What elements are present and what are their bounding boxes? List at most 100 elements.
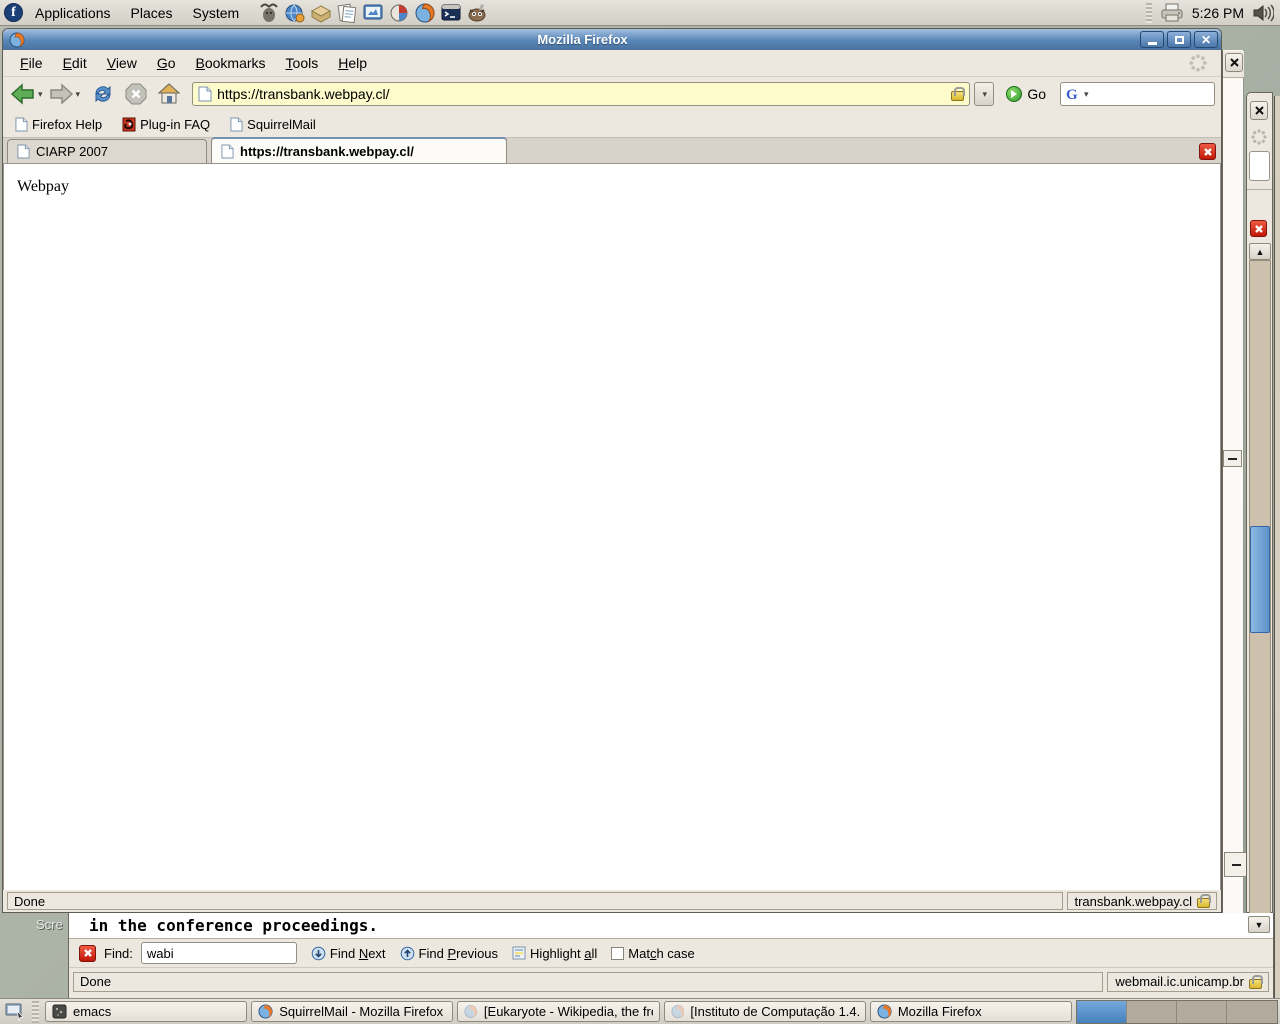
stop-button[interactable] [124,82,148,106]
find-input[interactable] [141,942,297,964]
divider [1247,189,1272,190]
background-close-tab-button[interactable] [1250,220,1267,237]
search-engine-dropdown-icon[interactable]: ▾ [1084,89,1089,100]
task-instituto-computacao[interactable]: [Instituto de Computação 1.4.… [664,1001,866,1022]
panel-tray: 5:26 PM [1146,3,1280,23]
background-window-column: ▲ [1246,92,1273,913]
splitter-grip[interactable] [1223,450,1242,467]
background-window-edge [1274,96,1280,998]
checkbox-icon[interactable] [611,947,624,960]
pie-chart-icon[interactable] [387,1,411,25]
screenshot-icon[interactable] [361,1,385,25]
package-icon[interactable] [309,1,333,25]
background-status-bar: Done webmail.ic.unicamp.br [69,967,1273,995]
find-toolbar: Find: Find Next Find Previous Highlight … [69,939,1273,967]
gnu-icon[interactable] [257,1,281,25]
printer-icon[interactable] [1160,3,1184,23]
status-text: Done [7,892,1063,910]
bookmark-squirrelmail[interactable]: SquirrelMail [230,117,316,132]
menu-system[interactable]: System [185,3,248,23]
bookmark-firefox-help[interactable]: Firefox Help [15,117,102,132]
bookmark-plugin-faq[interactable]: Plug-in FAQ [122,117,210,132]
ssl-lock-icon [1249,979,1262,989]
url-input[interactable] [217,86,946,102]
show-desktop-button[interactable] [2,1001,28,1023]
google-icon: G [1065,86,1081,102]
documents-icon[interactable] [335,1,359,25]
firefox-icon [9,32,25,48]
workspace-3[interactable] [1177,1001,1227,1023]
menu-view[interactable]: View [98,52,146,74]
menu-tools[interactable]: Tools [277,52,328,74]
status-bar: Done transbank.webpay.cl [3,890,1221,912]
workspace-2[interactable] [1127,1001,1177,1023]
page-content[interactable]: Webpay [3,164,1221,890]
background-window-edge [1222,50,1244,913]
background-field [1249,151,1270,181]
menu-places[interactable]: Places [123,3,181,23]
gimp-icon[interactable] [465,1,489,25]
close-tab-button[interactable] [1199,143,1216,160]
search-input[interactable] [1091,87,1210,102]
web-globe-icon[interactable] [283,1,307,25]
workspace-4[interactable] [1227,1001,1277,1023]
match-case-checkbox[interactable]: Match case [611,946,694,961]
workspace-1[interactable] [1077,1001,1127,1023]
firefox-launcher-icon[interactable] [413,1,437,25]
status-site-identity[interactable]: transbank.webpay.cl [1067,892,1217,910]
panel-drag-handle[interactable] [1146,3,1152,23]
background-close-button[interactable] [1250,101,1268,120]
menu-bookmarks[interactable]: Bookmarks [187,52,275,74]
navigation-toolbar: ▾ ▾ ▾ [3,77,1221,111]
menu-go[interactable]: Go [148,52,185,74]
throbber-icon [1189,54,1207,72]
volume-icon[interactable] [1252,4,1274,22]
task-squirrelmail[interactable]: SquirrelMail - Mozilla Firefox [251,1001,453,1022]
scroll-up-button[interactable]: ▲ [1249,243,1271,260]
search-bar[interactable]: G ▾ [1060,82,1215,106]
find-previous-button[interactable]: Find Previous [400,946,499,961]
background-status-text: Done [73,972,1103,992]
task-eukaryote-wikipedia[interactable]: [Eukaryote - Wikipedia, the fre… [457,1001,659,1022]
forward-dropdown-icon[interactable]: ▾ [76,89,81,100]
clock[interactable]: 5:26 PM [1192,5,1244,21]
background-close-button[interactable] [1225,53,1243,72]
background-status-site-identity[interactable]: webmail.ic.unicamp.br [1107,972,1269,992]
forward-button[interactable]: ▾ [47,82,81,106]
find-label: Find: [104,946,133,961]
highlight-all-button[interactable]: Highlight all [512,946,597,961]
menu-file[interactable]: File [11,52,52,74]
scroll-down-button[interactable]: ▼ [1248,916,1270,933]
maximize-button[interactable] [1167,31,1191,48]
close-find-bar-button[interactable] [79,945,96,962]
panel-launchers [257,1,489,25]
find-next-button[interactable]: Find Next [311,946,386,961]
background-scrollbar-thumb[interactable] [1250,526,1270,633]
background-page-content[interactable]: in the conference proceedings. [69,913,1273,939]
title-bar[interactable]: Mozilla Firefox ✕ [3,29,1221,50]
reload-button[interactable] [90,82,116,106]
menu-help[interactable]: Help [329,52,376,74]
firefox-window: Mozilla Firefox ✕ File Edit View Go Book… [2,28,1222,913]
desktop: f Applications Places System [0,0,1280,1024]
close-button[interactable]: ✕ [1194,31,1218,48]
back-button[interactable]: ▾ [9,82,43,106]
task-emacs[interactable]: emacs [45,1001,247,1022]
desktop-icon-label[interactable]: Scre [36,917,63,932]
back-dropdown-icon[interactable]: ▾ [38,89,43,100]
go-button[interactable]: Go [1006,86,1046,102]
url-bar[interactable] [192,82,970,106]
tab-ciarp-2007[interactable]: CIARP 2007 [7,139,207,163]
task-mozilla-firefox[interactable]: Mozilla Firefox [870,1001,1072,1022]
url-dropdown-button[interactable]: ▾ [974,82,994,106]
menu-applications[interactable]: Applications [27,3,119,23]
main-menu-icon[interactable]: f [4,3,23,22]
home-button[interactable] [156,82,182,106]
minimize-button[interactable] [1140,31,1164,48]
terminal-icon[interactable] [439,1,463,25]
window-title: Mozilla Firefox [25,32,1140,47]
menu-edit[interactable]: Edit [54,52,96,74]
tab-transbank-webpay[interactable]: https://transbank.webpay.cl/ [211,137,507,163]
taskbar-drag-handle[interactable] [32,1001,39,1023]
background-scrollbar-track[interactable] [1249,260,1271,914]
